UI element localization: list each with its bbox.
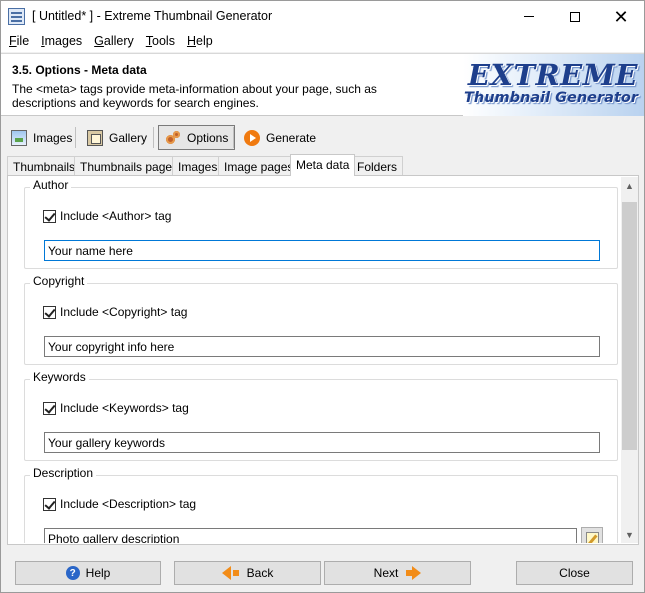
gallery-icon (87, 129, 103, 146)
scroll-up-icon[interactable]: ▲ (621, 177, 638, 194)
product-logo: EXTREME Thumbnail Generator (463, 54, 644, 116)
next-button[interactable]: Next (324, 561, 471, 585)
options-icon (165, 130, 181, 146)
step-images[interactable]: Images (5, 125, 78, 150)
keywords-checkbox-row[interactable]: Include <Keywords> tag (43, 401, 189, 415)
scroll-area: Author Include <Author> tag Copyright In… (9, 177, 620, 543)
copyright-checkbox[interactable] (43, 305, 56, 319)
menu-tools[interactable]: Tools (140, 32, 181, 52)
keywords-input[interactable] (44, 432, 600, 453)
tab-folders[interactable]: Folders (351, 156, 404, 176)
help-button-label: Help (85, 566, 111, 580)
menu-file-label: ile (16, 34, 30, 48)
page-title: 3.5. Options - Meta data (12, 63, 147, 77)
window-title: [ Untitled* ] - Extreme Thumbnail Genera… (32, 9, 273, 23)
arrow-left-shaft (232, 570, 239, 576)
menu-tools-label: ools (152, 34, 175, 48)
author-group: Author Include <Author> tag (24, 178, 618, 269)
title-bar: [ Untitled* ] - Extreme Thumbnail Genera… (1, 1, 644, 32)
help-button[interactable]: ? Help (15, 561, 161, 585)
app-icon[interactable] (8, 8, 25, 25)
meta-data-panel: Author Include <Author> tag Copyright In… (7, 175, 639, 545)
step-gallery-label: Gallery (109, 130, 148, 145)
generate-icon (244, 129, 260, 146)
close-icon: ✕ (613, 6, 629, 27)
step-generate[interactable]: Generate (238, 125, 322, 150)
description-checkbox[interactable] (43, 497, 56, 511)
tab-thumbnails[interactable]: Thumbnails (7, 156, 82, 176)
arrow-right-icon (412, 566, 422, 580)
logo-line1: EXTREME (467, 58, 638, 92)
copyright-group: Copyright Include <Copyright> tag (24, 274, 618, 365)
tab-meta-data[interactable]: Meta data (290, 154, 356, 176)
menu-gallery[interactable]: Gallery (88, 32, 140, 52)
menu-images-label: mages (44, 34, 83, 48)
menu-file-accel: F (9, 34, 17, 48)
maximize-button[interactable] (552, 1, 598, 32)
step-separator (153, 127, 154, 148)
copyright-checkbox-label: Include <Copyright> tag (60, 305, 188, 319)
back-button-label: Back (246, 566, 274, 580)
maximize-icon (570, 11, 580, 22)
tab-thumbnails-pages[interactable]: Thumbnails pages (74, 156, 185, 176)
menu-help-accel: H (186, 34, 196, 48)
menu-gallery-label: allery (103, 34, 134, 48)
close-window-button[interactable]: ✕ (598, 1, 644, 32)
app-window: [ Untitled* ] - Extreme Thumbnail Genera… (0, 0, 645, 593)
author-input[interactable] (44, 240, 600, 261)
description-legend: Description (30, 466, 97, 480)
tab-image-pages[interactable]: Image pages (218, 156, 300, 176)
page-description: The <meta> tags provide meta-information… (12, 82, 377, 110)
step-gallery[interactable]: Gallery (81, 125, 153, 150)
description-checkbox-row[interactable]: Include <Description> tag (43, 497, 196, 511)
keywords-group: Keywords Include <Keywords> tag (24, 370, 618, 461)
next-button-label: Next (373, 566, 399, 580)
arrow-left-icon (221, 566, 231, 580)
vertical-scrollbar[interactable]: ▲ ▼ (621, 177, 638, 543)
step-options-label: Options (187, 130, 229, 145)
close-button-label: Close (559, 566, 590, 580)
keywords-checkbox-label: Include <Keywords> tag (60, 401, 189, 415)
description-checkbox-label: Include <Description> tag (60, 497, 197, 511)
page-header: 3.5. Options - Meta data The <meta> tags… (1, 53, 644, 116)
edit-description-button[interactable] (581, 527, 603, 543)
step-options[interactable]: Options (158, 125, 236, 150)
description-input[interactable] (44, 528, 577, 543)
minimize-button[interactable] (506, 1, 552, 32)
author-checkbox[interactable] (43, 209, 56, 223)
copyright-legend: Copyright (30, 274, 88, 288)
menu-file[interactable]: File (3, 32, 35, 52)
menu-help-label: elp (196, 34, 213, 48)
logo-line2: Thumbnail Generator (464, 90, 638, 106)
author-legend: Author (30, 178, 72, 192)
back-button[interactable]: Back (174, 561, 321, 585)
keywords-legend: Keywords (30, 370, 89, 384)
tab-images[interactable]: Images (172, 156, 224, 176)
menu-bar: File Images Gallery Tools Help (1, 32, 644, 52)
copyright-input[interactable] (44, 336, 600, 357)
scroll-thumb[interactable] (622, 202, 637, 450)
step-images-label: Images (33, 130, 73, 145)
author-checkbox-label: Include <Author> tag (60, 209, 172, 223)
description-group: Description Include <Description> tag (24, 466, 618, 543)
keywords-checkbox[interactable] (43, 401, 56, 415)
author-checkbox-row[interactable]: Include <Author> tag (43, 209, 171, 223)
minimize-icon (524, 16, 534, 17)
menu-images[interactable]: Images (35, 32, 88, 52)
images-icon (11, 129, 27, 146)
menu-gallery-accel: G (94, 34, 104, 48)
close-button[interactable]: Close (516, 561, 633, 585)
help-icon: ? (65, 566, 80, 580)
copyright-checkbox-row[interactable]: Include <Copyright> tag (43, 305, 187, 319)
step-separator (75, 127, 76, 148)
step-separator (233, 127, 234, 148)
menu-help[interactable]: Help (181, 32, 219, 52)
wizard-steps: Images Gallery Options Generate (1, 123, 644, 153)
step-generate-label: Generate (266, 130, 317, 145)
scroll-down-icon[interactable]: ▼ (621, 526, 638, 543)
